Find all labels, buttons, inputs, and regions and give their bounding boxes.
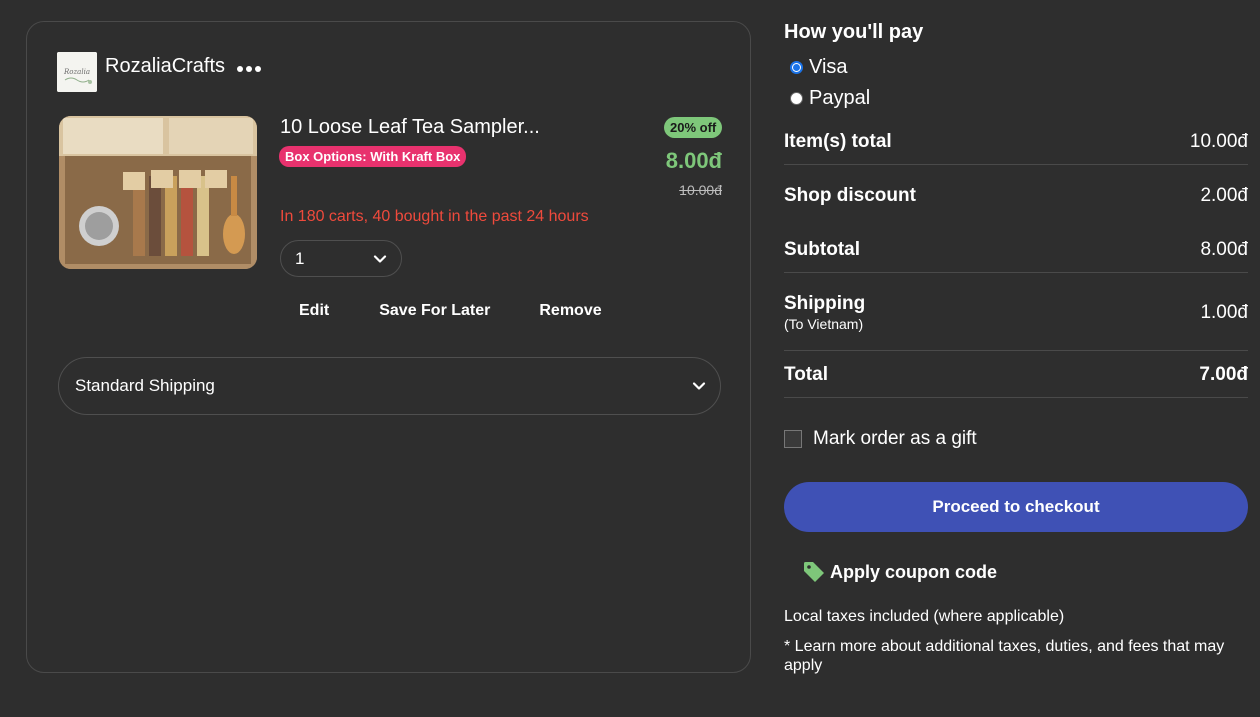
divider: [784, 164, 1248, 165]
subtotal-value: 8.00đ: [1200, 239, 1248, 260]
items-total-row: Item(s) total 10.00đ: [784, 131, 1248, 153]
shop-header: Rozalia RozaliaCrafts: [57, 52, 262, 92]
item-original-price: 10.00đ: [679, 182, 722, 198]
chevron-down-icon: [692, 382, 706, 390]
shipping-label-group: Shipping (To Vietnam): [784, 293, 865, 332]
gift-option[interactable]: Mark order as a gift: [784, 428, 977, 450]
divider: [784, 272, 1248, 273]
edit-button[interactable]: Edit: [299, 302, 329, 320]
paypal-label: Paypal: [809, 87, 871, 109]
remove-button[interactable]: Remove: [539, 302, 601, 320]
shop-discount-row: Shop discount 2.00đ: [784, 185, 1248, 207]
variant-badge: Box Options: With Kraft Box: [279, 146, 467, 167]
proceed-to-checkout-button[interactable]: Proceed to checkout: [784, 482, 1248, 532]
divider: [784, 397, 1248, 398]
shop-name[interactable]: RozaliaCrafts: [105, 55, 225, 78]
total-label: Total: [784, 364, 828, 385]
shop-logo-text: Rozalia: [63, 68, 90, 76]
shop-discount-value: 2.00đ: [1200, 185, 1248, 206]
item-price: 8.00đ: [665, 148, 722, 173]
tax-more-info[interactable]: * Learn more about additional taxes, dut…: [784, 637, 1248, 675]
items-total-label: Item(s) total: [784, 131, 892, 152]
cart-page: Rozalia RozaliaCrafts 10 Loose Leaf Tea …: [0, 0, 1260, 717]
more-dots-icon[interactable]: [237, 66, 262, 72]
shipping-row: Shipping (To Vietnam) 1.00đ: [784, 293, 1248, 332]
cart-card: Rozalia RozaliaCrafts 10 Loose Leaf Tea …: [26, 21, 751, 673]
items-total-value: 10.00đ: [1189, 131, 1248, 152]
tax-note: Local taxes included (where applicable): [784, 608, 1065, 625]
subtotal-row: Subtotal 8.00đ: [784, 239, 1248, 261]
payment-option-paypal[interactable]: Paypal: [790, 87, 870, 110]
shipping-destination: (To Vietnam): [784, 316, 864, 332]
save-for-later-button[interactable]: Save For Later: [379, 302, 490, 320]
gift-checkbox[interactable]: [784, 430, 802, 448]
gift-label: Mark order as a gift: [813, 428, 977, 449]
tag-icon: [804, 562, 824, 582]
product-image[interactable]: [59, 116, 257, 269]
chevron-down-icon: [373, 254, 387, 263]
visa-label: Visa: [809, 56, 848, 78]
payment-option-visa[interactable]: Visa: [790, 56, 848, 79]
subtotal-label: Subtotal: [784, 239, 860, 260]
discount-badge: 20% off: [664, 117, 723, 138]
shipping-label: Shipping: [784, 293, 866, 314]
item-actions: Edit Save For Later Remove: [280, 302, 602, 320]
shop-logo[interactable]: Rozalia: [57, 52, 97, 92]
total-value: 7.00đ: [1199, 364, 1248, 385]
visa-radio[interactable]: [790, 61, 803, 74]
apply-coupon-label: Apply coupon code: [830, 561, 998, 582]
divider: [784, 350, 1248, 351]
shipping-method-label: Standard Shipping: [75, 376, 215, 395]
product-title[interactable]: 10 Loose Leaf Tea Sampler...: [280, 116, 570, 139]
shop-discount-label: Shop discount: [784, 185, 916, 206]
shipping-method-select[interactable]: Standard Shipping: [58, 357, 721, 415]
quantity-select[interactable]: 1: [280, 240, 402, 277]
apply-coupon-link[interactable]: Apply coupon code: [802, 560, 997, 584]
social-proof-text: In 180 carts, 40 bought in the past 24 h…: [280, 208, 589, 225]
paypal-radio[interactable]: [790, 92, 803, 105]
payment-heading: How you'll pay: [784, 21, 924, 43]
total-row: Total 7.00đ: [784, 364, 1248, 386]
shipping-value: 1.00đ: [1200, 302, 1248, 323]
quantity-value: 1: [295, 248, 305, 268]
